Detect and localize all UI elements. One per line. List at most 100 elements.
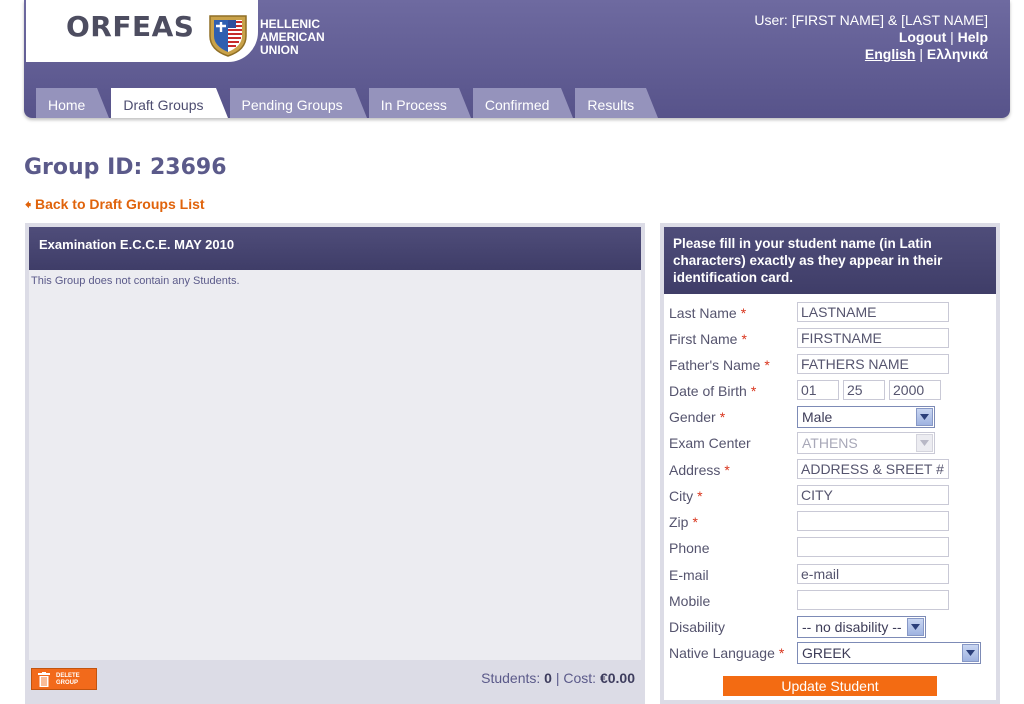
last-name-label: Last Name xyxy=(669,305,737,321)
fathers-name-label: Father's Name xyxy=(669,357,761,373)
union-name: HELLENIC AMERICAN UNION xyxy=(260,18,325,57)
dob-month-input[interactable]: 01 xyxy=(797,380,839,400)
user-box: User: [FIRST NAME] & [LAST NAME] Logout … xyxy=(754,12,988,63)
required-mark: * xyxy=(750,383,757,399)
tab-in-process[interactable]: In Process xyxy=(368,88,471,118)
cost-label: Cost: xyxy=(563,670,597,686)
disability-select[interactable]: -- no disability -- xyxy=(797,616,926,638)
separator: | xyxy=(950,29,954,45)
required-mark: * xyxy=(764,357,770,373)
student-form-panel: Please fill in your student name (in Lat… xyxy=(660,223,1000,704)
students-label: Students: xyxy=(481,670,541,686)
zip-label: Zip xyxy=(669,514,689,530)
native-language-value: GREEK xyxy=(802,645,852,661)
group-summary: Students: 0 | Cost: €0.00 xyxy=(481,670,635,686)
language-english-link[interactable]: English xyxy=(865,46,916,62)
chevron-down-icon[interactable] xyxy=(916,408,933,426)
native-language-select[interactable]: GREEK xyxy=(797,642,981,664)
form-instructions: Please fill in your student name (in Lat… xyxy=(664,227,996,294)
address-row: Address * ADDRESS & SREET # xyxy=(669,459,989,481)
required-mark: * xyxy=(692,514,698,530)
gender-row: Gender * Male xyxy=(669,406,989,428)
delete-label-line-2: GROUP xyxy=(56,680,79,686)
email-input[interactable]: e-mail xyxy=(797,564,949,584)
delete-group-button[interactable]: DELETE GROUP xyxy=(31,668,97,690)
students-count: 0 xyxy=(544,670,552,686)
tab-confirmed[interactable]: Confirmed xyxy=(472,88,573,118)
city-row: City * CITY xyxy=(669,485,989,507)
zip-input[interactable] xyxy=(797,511,949,531)
separator: | xyxy=(919,46,924,62)
exam-center-value: ATHENS xyxy=(802,435,858,451)
hau-shield-icon xyxy=(209,15,247,57)
email-label: E-mail xyxy=(669,567,709,583)
disability-value: -- no disability -- xyxy=(802,619,902,635)
phone-input[interactable] xyxy=(797,537,949,557)
page-title: Group ID: 23696 xyxy=(24,155,227,180)
update-student-button[interactable]: Update Student xyxy=(723,676,937,696)
mobile-input[interactable] xyxy=(797,590,949,610)
chevron-down-icon[interactable] xyxy=(962,644,979,662)
dob-label: Date of Birth xyxy=(669,383,747,399)
arrow-left-icon: 🠸 xyxy=(25,198,32,212)
gender-value: Male xyxy=(802,409,833,425)
separator: | xyxy=(555,670,560,686)
orfeas-logo[interactable]: ORFEAS xyxy=(66,10,194,43)
fathers-name-input[interactable]: FATHERS NAME xyxy=(797,354,949,374)
last-name-input[interactable]: LASTNAME xyxy=(797,302,949,322)
exam-header: Examination E.C.C.E. MAY 2010 xyxy=(29,227,641,270)
mobile-label: Mobile xyxy=(669,593,711,609)
dob-year-input[interactable]: 2000 xyxy=(889,380,941,400)
exam-center-row: Exam Center ATHENS xyxy=(669,432,989,454)
tab-home[interactable]: Home xyxy=(36,88,110,118)
zip-row: Zip * xyxy=(669,511,989,533)
required-mark: * xyxy=(740,305,747,321)
main-tabs: Home Draft Groups Pending Groups In Proc… xyxy=(36,88,658,118)
gender-label: Gender xyxy=(669,409,716,425)
phone-label: Phone xyxy=(669,540,710,556)
chevron-down-icon xyxy=(916,434,933,452)
first-name-input[interactable]: FIRSTNAME xyxy=(797,328,949,348)
native-language-row: Native Language * GREEK xyxy=(669,642,989,664)
empty-message: This Group does not contain any Students… xyxy=(31,275,240,287)
group-panel: Examination E.C.C.E. MAY 2010 This Group… xyxy=(25,223,645,704)
address-input[interactable]: ADDRESS & SREET # xyxy=(797,459,949,479)
required-mark: * xyxy=(724,462,730,478)
union-line-3: UNION xyxy=(260,43,299,57)
phone-row: Phone xyxy=(669,537,989,559)
last-name-row: Last Name * LASTNAME xyxy=(669,302,989,324)
disability-label: Disability xyxy=(669,619,726,635)
native-language-label: Native Language xyxy=(669,645,775,661)
logo-area: ORFEAS xyxy=(26,0,258,62)
fathers-name-row: Father's Name * FATHERS NAME xyxy=(669,354,989,376)
dob-row: Date of Birth * 01 25 2000 xyxy=(669,380,989,402)
gender-select[interactable]: Male xyxy=(797,406,935,428)
required-mark: * xyxy=(741,331,747,347)
city-input[interactable]: CITY xyxy=(797,485,949,505)
student-list: This Group does not contain any Students… xyxy=(29,270,641,660)
help-link[interactable]: Help xyxy=(958,29,988,45)
tab-pending-groups[interactable]: Pending Groups xyxy=(229,88,367,118)
cost-value: €0.00 xyxy=(599,670,635,686)
back-to-draft-groups-link[interactable]: 🠸 Back to Draft Groups List xyxy=(25,196,205,217)
language-greek-link[interactable]: Ελληνικά xyxy=(927,46,988,62)
required-mark: * xyxy=(697,488,703,504)
chevron-down-icon[interactable] xyxy=(907,618,924,636)
app-header: ORFEAS HELLENIC AMERICAN UNION User: [FI… xyxy=(24,0,1010,118)
address-label: Address xyxy=(669,462,721,478)
trash-icon xyxy=(38,672,50,687)
delete-label: DELETE GROUP xyxy=(56,673,80,687)
logout-link[interactable]: Logout xyxy=(899,29,946,45)
disability-row: Disability -- no disability -- xyxy=(669,616,989,638)
tab-results[interactable]: Results xyxy=(575,88,658,118)
dob-day-input[interactable]: 25 xyxy=(843,380,885,400)
city-label: City xyxy=(669,488,694,504)
mobile-row: Mobile xyxy=(669,590,989,612)
student-form: Last Name * LASTNAME First Name * FIRSTNAM… xyxy=(664,294,996,700)
back-link-label: Back to Draft Groups List xyxy=(34,196,205,212)
user-name: User: [FIRST NAME] & [LAST NAME] xyxy=(754,12,988,28)
first-name-label: First Name xyxy=(669,331,738,347)
tab-draft-groups[interactable]: Draft Groups xyxy=(111,88,228,118)
delete-label-line-1: DELETE xyxy=(56,673,80,679)
exam-center-label: Exam Center xyxy=(669,435,751,451)
